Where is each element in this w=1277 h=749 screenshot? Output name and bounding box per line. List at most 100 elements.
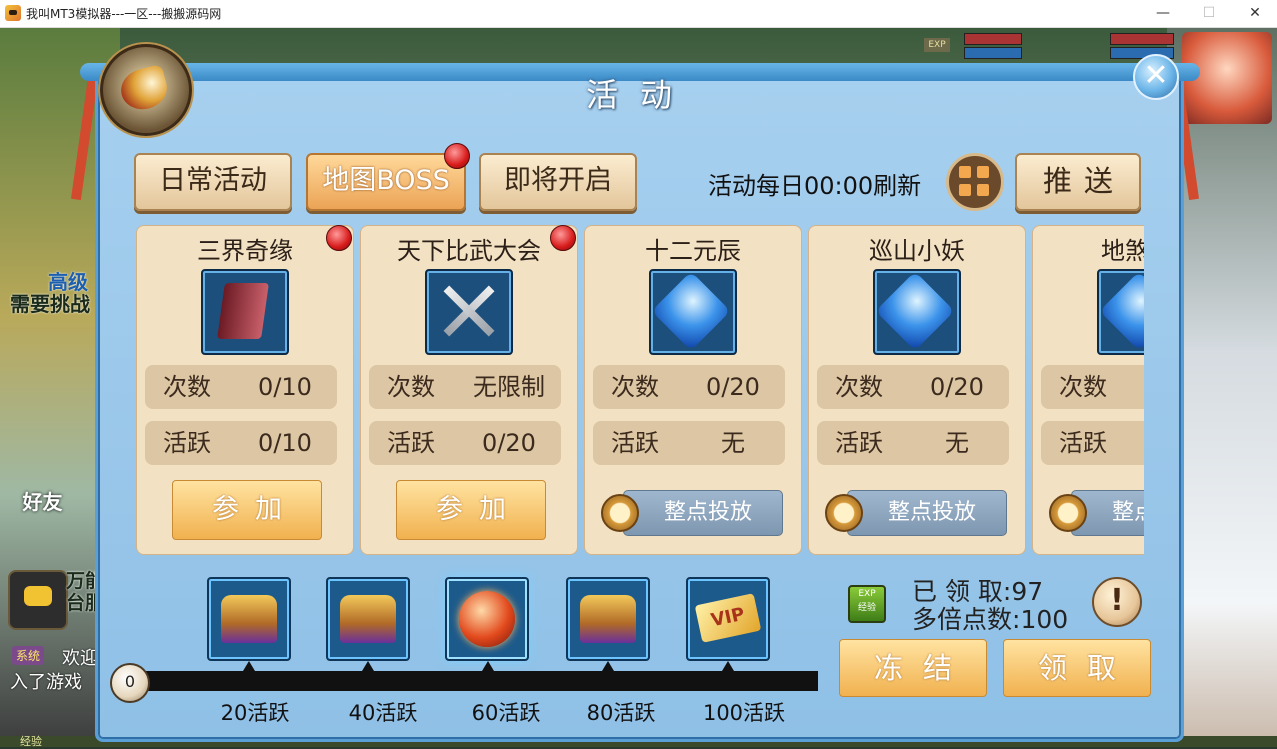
progress-knob: 0 — [110, 663, 150, 703]
active-row: 活跃 0/10 — [145, 421, 337, 465]
friend-button[interactable]: 好友 — [10, 486, 75, 546]
blue-gem-icon — [1097, 269, 1144, 355]
tab-daily-activity[interactable]: 日常活动 — [134, 153, 292, 211]
multiplier-label: 多倍点数: — [912, 605, 1021, 634]
count-row: 次数 0/20 — [817, 365, 1009, 409]
reward-chest-80[interactable] — [566, 577, 650, 661]
active-label: 活跃 — [387, 429, 435, 457]
activity-card: 地煞 次数 活跃 整点 — [1032, 225, 1144, 555]
count-value: 无限制 — [473, 373, 545, 401]
milestone-tick — [362, 661, 374, 671]
count-value: 0/20 — [706, 373, 760, 401]
refresh-notice: 活动每日00:00刷新 — [708, 172, 922, 200]
active-row: 活跃 — [1041, 421, 1144, 465]
milestone-label: 20活跃 — [220, 701, 290, 725]
milestone-label: 100活跃 — [702, 701, 786, 725]
milestone-tick — [482, 661, 494, 671]
milestone-label: 80活跃 — [586, 701, 656, 725]
activity-card: 十二元辰 次数 0/20 活跃 无 整点投放 — [584, 225, 802, 555]
clock-icon — [601, 494, 639, 532]
exp-badge-icon: EXP 经验 — [848, 585, 886, 623]
treasure-chest-icon — [580, 595, 636, 643]
count-row: 次数 — [1041, 365, 1144, 409]
hud-bar — [964, 47, 1022, 59]
activity-cards: 三界奇缘 次数 0/10 活跃 0/10 参加 天下比武大会 次数 无限制 活跃… — [136, 225, 1144, 555]
active-value: 0/10 — [258, 429, 312, 457]
count-row: 次数 0/10 — [145, 365, 337, 409]
tab-coming-soon[interactable]: 即将开启 — [479, 153, 637, 211]
window-title: 我叫MT3模拟器---一区---搬搬源码网 — [26, 7, 222, 21]
count-value: 0/10 — [258, 373, 312, 401]
clock-icon — [1049, 494, 1087, 532]
book-icon — [201, 269, 289, 355]
join-button[interactable]: 参加 — [396, 480, 546, 540]
system-message: 入了游戏 — [10, 672, 82, 693]
activity-card: 三界奇缘 次数 0/10 活跃 0/10 参加 — [136, 225, 354, 555]
join-button[interactable]: 参加 — [172, 480, 322, 540]
panel-title: 活动 — [585, 76, 694, 114]
notification-dot — [444, 143, 470, 169]
info-icon[interactable]: ! — [1092, 577, 1142, 627]
count-label: 次数 — [163, 373, 211, 401]
active-label: 活跃 — [611, 429, 659, 457]
horn-icon — [116, 63, 172, 115]
notification-dot — [326, 225, 352, 251]
chat-button[interactable] — [8, 570, 68, 630]
minimize-button[interactable]: — — [1140, 0, 1186, 27]
active-value: 无 — [721, 429, 745, 457]
active-value: 0/20 — [482, 429, 536, 457]
maximize-button[interactable]: ☐ — [1186, 0, 1232, 27]
app-icon — [5, 5, 21, 21]
claim-button[interactable]: 领取 — [1003, 639, 1151, 697]
count-label: 次数 — [835, 373, 883, 401]
active-row: 活跃 0/20 — [369, 421, 561, 465]
reward-chest-40[interactable] — [326, 577, 410, 661]
vip-card-icon: VIP — [694, 593, 762, 643]
active-label: 活跃 — [835, 429, 883, 457]
activity-name: 十二元辰 — [645, 237, 741, 265]
count-label: 次数 — [387, 373, 435, 401]
clock-icon — [825, 494, 863, 532]
blue-gem-icon — [649, 269, 737, 355]
chat-icon — [24, 586, 52, 606]
active-value: 无 — [945, 429, 969, 457]
hourly-drop-button[interactable]: 整点投放 — [847, 490, 1007, 536]
milestone-tick — [602, 661, 614, 671]
hourly-drop-button[interactable]: 整点投放 — [623, 490, 783, 536]
freeze-button[interactable]: 冻结 — [839, 639, 987, 697]
multiplier-value: 100 — [1020, 605, 1069, 634]
treasure-chest-icon — [340, 595, 396, 643]
reward-vip-100[interactable]: VIP — [686, 577, 770, 661]
active-label: 活跃 — [1059, 429, 1107, 457]
grid-icon[interactable] — [946, 153, 1004, 211]
activity-progress-track — [126, 671, 818, 691]
count-label: 次数 — [611, 373, 659, 401]
close-icon[interactable]: ✕ — [1133, 54, 1179, 100]
active-row: 活跃 无 — [817, 421, 1009, 465]
exp-tag: EXP — [924, 38, 950, 52]
activity-card: 天下比武大会 次数 无限制 活跃 0/20 参加 — [360, 225, 578, 555]
blue-gem-icon — [873, 269, 961, 355]
notification-dot — [550, 225, 576, 251]
count-label: 次数 — [1059, 373, 1107, 401]
treasure-chest-icon — [221, 595, 277, 643]
count-row: 次数 无限制 — [369, 365, 561, 409]
window-titlebar: 我叫MT3模拟器---一区---搬搬源码网 — ☐ ✕ — [0, 0, 1277, 28]
reward-chest-20[interactable] — [207, 577, 291, 661]
count-value: 0/20 — [930, 373, 984, 401]
reward-orb-60[interactable] — [445, 577, 529, 661]
hud-bar — [964, 33, 1022, 45]
red-orb-icon — [459, 591, 515, 647]
crossed-swords-icon — [425, 269, 513, 355]
milestone-tick — [243, 661, 255, 671]
milestone-label: 60活跃 — [471, 701, 541, 725]
activity-card: 巡山小妖 次数 0/20 活跃 无 整点投放 — [808, 225, 1026, 555]
hud-bar — [1110, 33, 1174, 45]
system-tag: 系统 — [12, 646, 45, 665]
activity-name: 巡山小妖 — [869, 237, 965, 265]
activity-name: 地煞 — [1101, 237, 1144, 265]
tab-map-boss[interactable]: 地图BOSS — [306, 153, 466, 211]
close-window-button[interactable]: ✕ — [1232, 0, 1277, 27]
push-button[interactable]: 推送 — [1015, 153, 1141, 211]
horn-medal — [100, 44, 192, 136]
